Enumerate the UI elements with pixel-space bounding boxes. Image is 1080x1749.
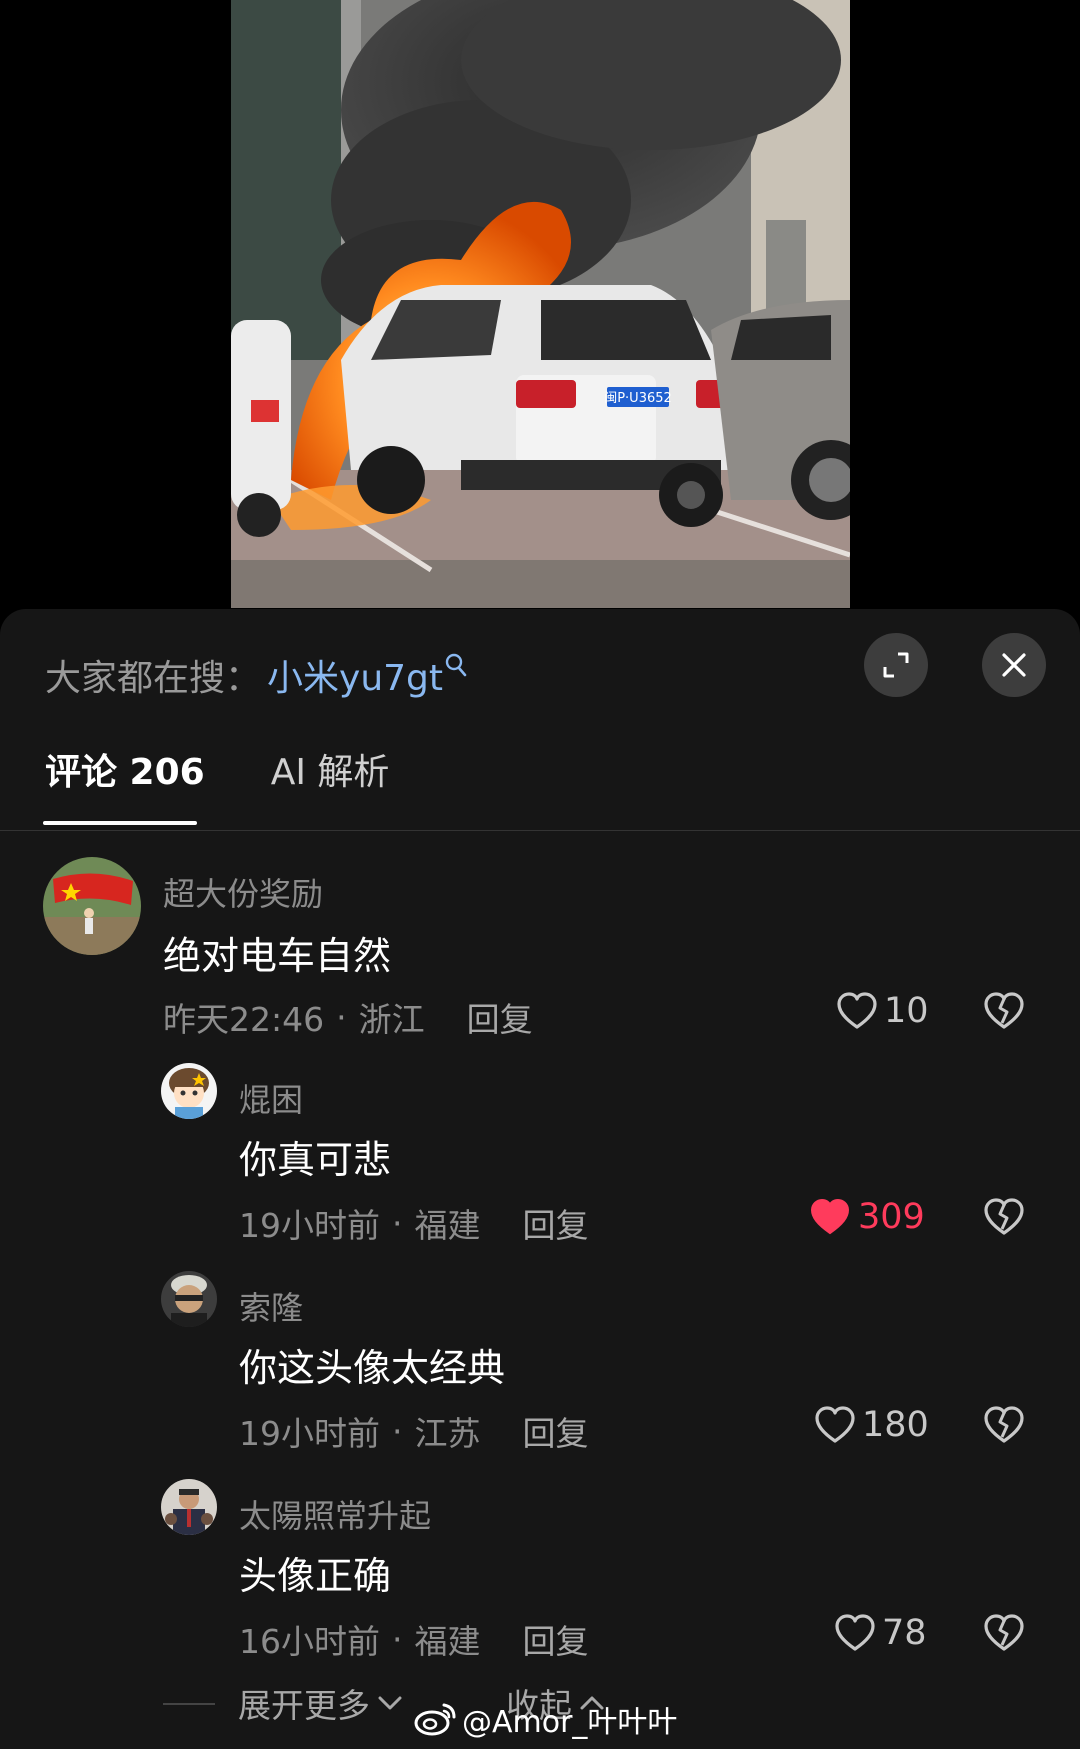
tabs-divider xyxy=(0,830,1080,831)
broken-heart-icon xyxy=(984,1614,1024,1651)
heart-filled-icon xyxy=(810,1198,850,1235)
dislike-button[interactable] xyxy=(983,1613,1025,1657)
comment-meta: 16小时前 · 福建 回复 xyxy=(239,1615,589,1663)
like-button[interactable]: 78 xyxy=(834,1613,927,1653)
trending-search-term[interactable]: 小米yu7gt xyxy=(267,649,443,701)
reply-button[interactable]: 回复 xyxy=(523,1407,589,1455)
like-button[interactable]: 309 xyxy=(808,1197,925,1237)
avatar[interactable] xyxy=(161,1063,217,1119)
video-frame[interactable]: 闽P·U3652 xyxy=(231,0,850,608)
comment-meta: 19小时前 · 江苏 回复 xyxy=(239,1407,589,1455)
chevron-down-icon xyxy=(378,1696,402,1710)
expand-icon xyxy=(883,652,909,678)
dislike-button[interactable] xyxy=(983,991,1025,1035)
comment-text: 头像正确 xyxy=(239,1554,392,1598)
tab-ai-analysis[interactable]: AI 解析 xyxy=(271,743,390,825)
comment-meta: 昨天22:46 · 浙江 回复 xyxy=(163,993,533,1041)
license-plate: 闽P·U3652 xyxy=(604,391,672,406)
watermark-text: @Amor_叶叶叶 xyxy=(462,1705,678,1740)
broken-heart-icon xyxy=(984,992,1024,1029)
reply-button[interactable]: 回复 xyxy=(523,1615,589,1663)
broken-heart-icon xyxy=(984,1198,1024,1235)
meta-separator: · xyxy=(392,1411,403,1451)
tab-comments[interactable]: 评论 206 xyxy=(43,743,205,825)
expand-more-button[interactable]: 展开更多 xyxy=(238,1679,404,1727)
comment-author[interactable]: 索隆 xyxy=(239,1283,303,1329)
comment-time: 19小时前 xyxy=(239,1206,380,1245)
comment-location: 江苏 xyxy=(414,1414,481,1453)
search-icon[interactable] xyxy=(445,653,467,684)
like-count: 309 xyxy=(858,1197,925,1237)
footer-divider-line xyxy=(163,1703,215,1705)
like-button[interactable]: 180 xyxy=(814,1405,929,1445)
comment-location: 福建 xyxy=(414,1622,481,1661)
dislike-button[interactable] xyxy=(983,1197,1025,1241)
comment-text: 绝对电车自然 xyxy=(163,934,392,978)
weibo-watermark: @Amor_叶叶叶 xyxy=(414,1697,677,1741)
like-count: 180 xyxy=(862,1405,929,1445)
broken-heart-icon xyxy=(984,1406,1024,1443)
heart-outline-icon xyxy=(837,992,877,1029)
comment-time: 19小时前 xyxy=(239,1414,380,1453)
expand-more-label: 展开更多 xyxy=(238,1686,370,1725)
heart-outline-icon xyxy=(835,1614,875,1651)
comment-time: 16小时前 xyxy=(239,1622,380,1661)
panel-tabs: 评论 206 AI 解析 xyxy=(43,743,455,825)
reply-button[interactable]: 回复 xyxy=(523,1199,589,1247)
comment-location: 福建 xyxy=(414,1206,481,1245)
like-count: 78 xyxy=(882,1613,927,1653)
car-fire-video-image: 闽P·U3652 xyxy=(231,0,850,608)
avatar[interactable] xyxy=(161,1479,217,1535)
comment-panel: 大家都在搜： 小米yu7gt 评论 206 AI 解析 超大份奖励 绝对电车自然… xyxy=(0,609,1080,1749)
comment-text: 你这头像太经典 xyxy=(239,1346,506,1390)
close-button[interactable] xyxy=(982,633,1046,697)
active-tab-indicator xyxy=(43,821,197,825)
avatar[interactable] xyxy=(43,857,141,955)
comment-text: 你真可悲 xyxy=(239,1138,392,1182)
meta-separator: · xyxy=(392,1619,403,1659)
like-button[interactable]: 10 xyxy=(836,991,929,1031)
trending-search-prefix: 大家都在搜： xyxy=(45,658,262,699)
meta-separator: · xyxy=(336,997,347,1037)
weibo-logo-icon xyxy=(414,1703,456,1736)
avatar[interactable] xyxy=(161,1271,217,1327)
comment-meta: 19小时前 · 福建 回复 xyxy=(239,1199,589,1247)
comment-location: 浙江 xyxy=(358,1000,425,1039)
heart-outline-icon xyxy=(815,1406,855,1443)
video-player[interactable]: 闽P·U3652 xyxy=(0,0,1080,620)
comment-author[interactable]: 超大份奖励 xyxy=(163,869,323,915)
comment-author[interactable]: 太陽照常升起 xyxy=(239,1491,431,1537)
dislike-button[interactable] xyxy=(983,1405,1025,1449)
expand-fullscreen-button[interactable] xyxy=(864,633,928,697)
close-icon xyxy=(1002,653,1026,677)
meta-separator: · xyxy=(392,1203,403,1243)
comment-time: 昨天22:46 xyxy=(163,1000,325,1039)
tab-ai-analysis-label: AI 解析 xyxy=(270,752,390,793)
reply-button[interactable]: 回复 xyxy=(467,993,533,1041)
like-count: 10 xyxy=(884,991,929,1031)
trending-search-row[interactable]: 大家都在搜： 小米yu7gt xyxy=(45,647,467,703)
comment-author[interactable]: 焜困 xyxy=(239,1075,303,1121)
tab-comments-label: 评论 206 xyxy=(45,752,205,793)
